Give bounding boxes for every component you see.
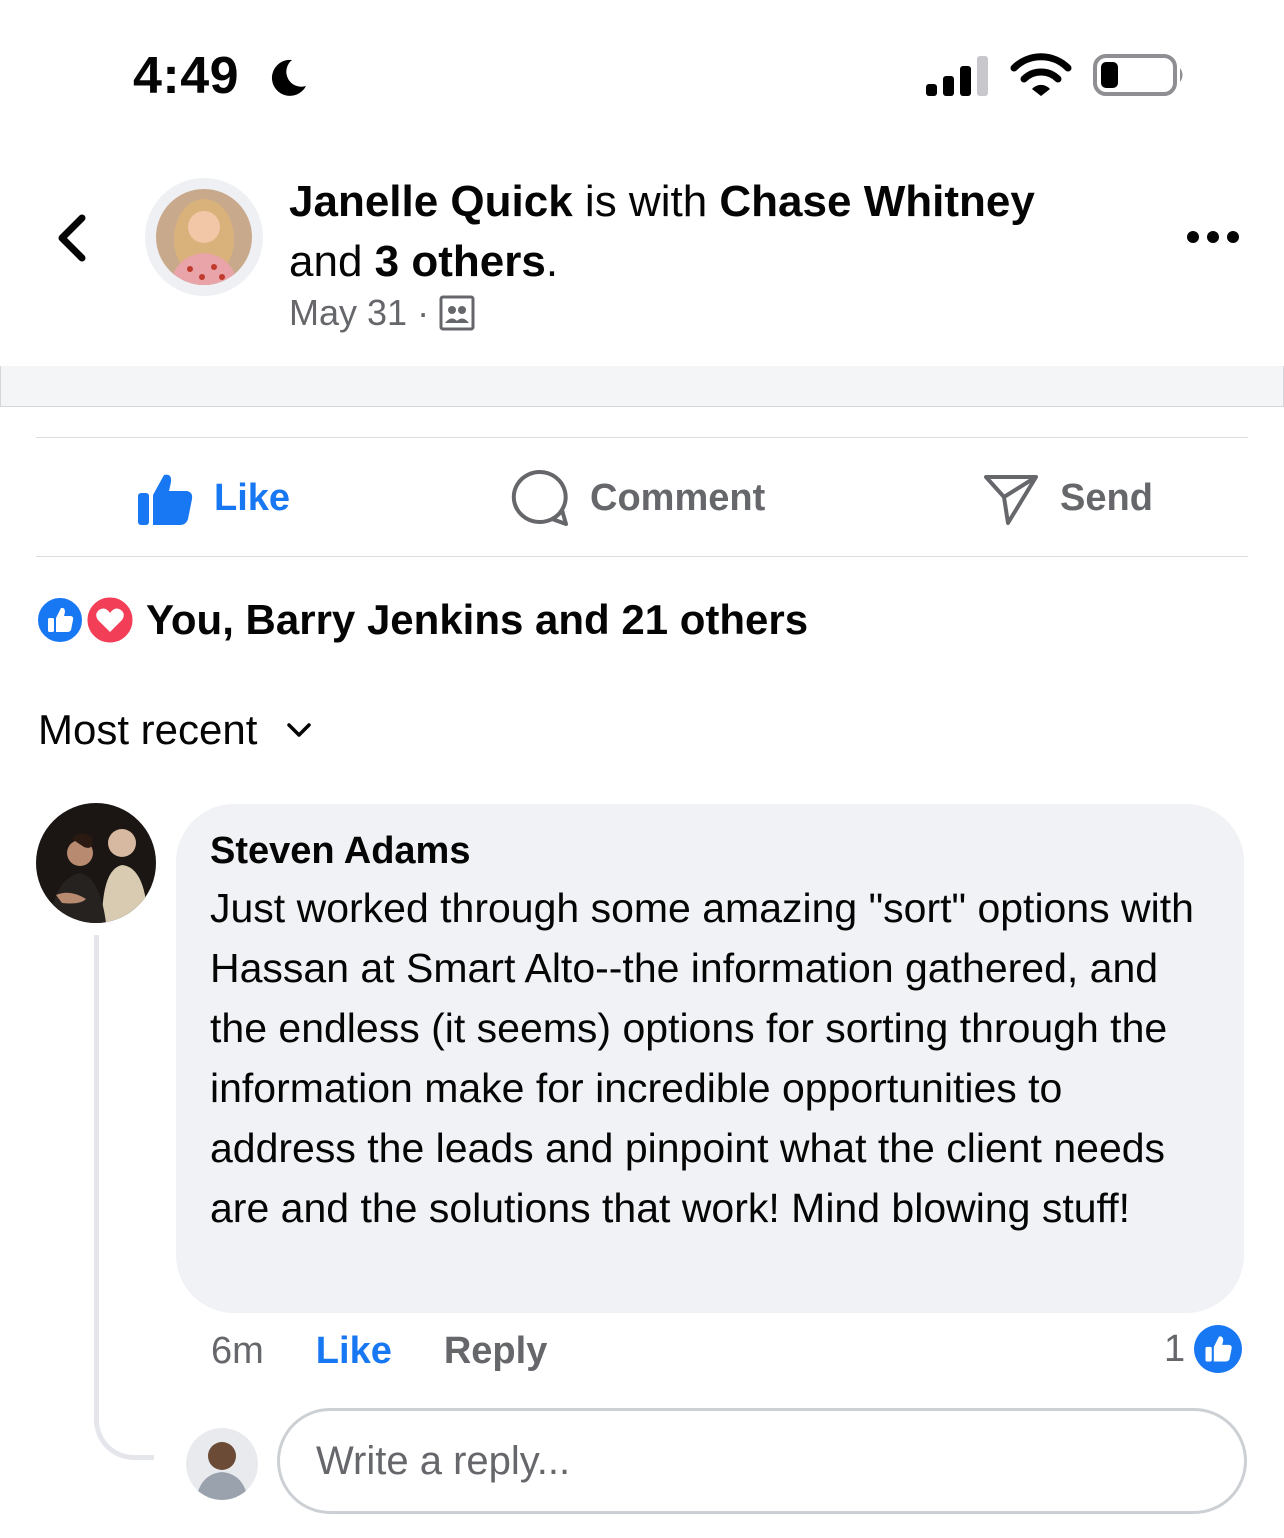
cellular-signal-icon [926, 56, 988, 96]
comment-label: Comment [590, 476, 766, 519]
love-reaction-icon [84, 594, 136, 646]
reply-thread-line [94, 935, 154, 1460]
with-connector: is with [572, 177, 720, 226]
post-meta: May 31 · [289, 292, 475, 334]
send-icon [984, 475, 1038, 525]
reactors-text: You, Barry Jenkins and 21 others [146, 596, 809, 643]
sort-label: Most recent [38, 706, 258, 753]
comment-button[interactable]: Comment [510, 466, 765, 530]
tagged-others-link[interactable]: 3 others [375, 237, 546, 286]
reply-placeholder: Write a reply... [316, 1438, 571, 1483]
comment-sort-dropdown[interactable]: Most recent [38, 706, 313, 754]
send-label: Send [1060, 476, 1153, 519]
post-content-edge [0, 366, 1284, 407]
comment-author[interactable]: Steven Adams [210, 828, 1210, 874]
comment-like-button[interactable]: Like [316, 1330, 392, 1373]
and-connector: and [289, 237, 375, 286]
comment-reply-button[interactable]: Reply [444, 1330, 547, 1373]
reply-input[interactable]: Write a reply... [277, 1408, 1247, 1514]
comment-bubble-icon [511, 469, 568, 526]
divider [36, 556, 1248, 557]
comment-actions: 6m Like Reply [211, 1330, 547, 1373]
post-date[interactable]: May 31 [289, 292, 407, 334]
like-reaction-icon [1194, 1325, 1243, 1373]
author-photo [156, 189, 252, 285]
friends-audience-icon [439, 295, 475, 331]
more-options-icon[interactable] [1184, 220, 1244, 254]
tagged-person-link[interactable]: Chase Whitney [719, 177, 1034, 226]
battery-icon [1093, 54, 1183, 96]
current-user-avatar [186, 1428, 258, 1500]
divider [36, 437, 1248, 438]
comment-reaction-number: 1 [1164, 1327, 1186, 1370]
comment-text: Just worked through some amazing "sort" … [210, 885, 1194, 1231]
comment-bubble[interactable]: Steven Adams Just worked through some am… [176, 804, 1244, 1313]
reactions-summary[interactable]: You, Barry Jenkins and 21 others [36, 592, 808, 648]
thumbs-up-icon [138, 474, 193, 525]
chevron-down-icon [287, 723, 312, 737]
meta-separator: · [417, 292, 430, 333]
author-name-link[interactable]: Janelle Quick [289, 177, 573, 226]
reaction-icons [36, 594, 136, 646]
status-time: 4:49 [133, 47, 240, 105]
like-label: Like [214, 476, 291, 519]
comment-timestamp[interactable]: 6m [211, 1330, 264, 1373]
send-button[interactable]: Send [982, 466, 1153, 530]
title-period: . [545, 237, 559, 286]
post-header-title: Janelle Quick is with Chase Whitney and 3… [289, 172, 1149, 292]
comment-reaction-count[interactable]: 1 [1164, 1324, 1243, 1374]
wifi-icon [1010, 53, 1072, 96]
moon-icon [271, 59, 306, 96]
like-button[interactable]: Like [136, 466, 290, 530]
author-avatar[interactable] [145, 178, 263, 296]
back-chevron-icon[interactable] [52, 210, 92, 266]
like-reaction-icon [36, 596, 84, 644]
commenter-avatar[interactable] [36, 803, 156, 923]
